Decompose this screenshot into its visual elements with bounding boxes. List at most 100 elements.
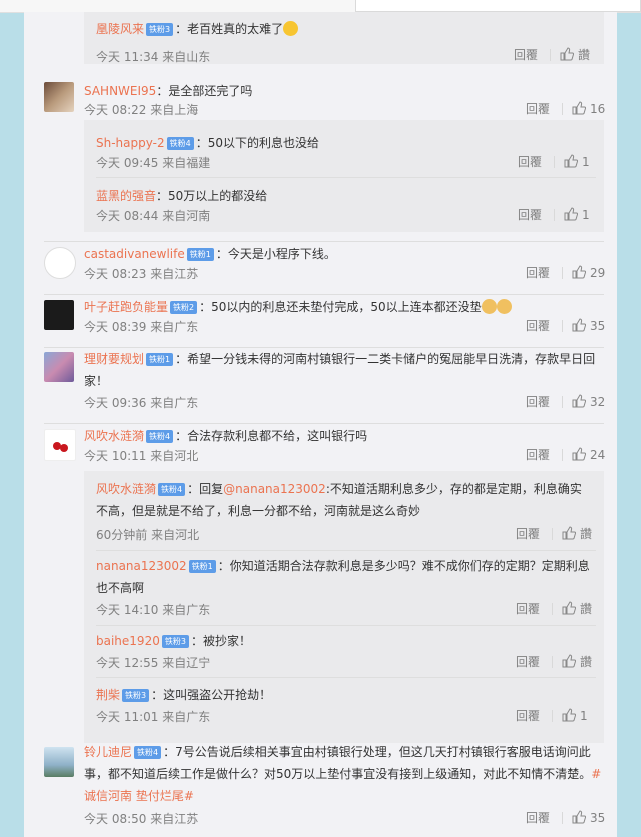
topic-link[interactable]: # bbox=[591, 767, 601, 781]
avatar[interactable] bbox=[44, 300, 74, 330]
comment-actions: 回覆 35 bbox=[526, 317, 616, 335]
like-button[interactable]: 16 bbox=[572, 100, 605, 118]
like-count: 讚 bbox=[580, 602, 593, 616]
reply-button[interactable]: 回覆 bbox=[526, 446, 550, 464]
avatar[interactable] bbox=[44, 352, 74, 382]
comment-text-cont: 事，都不知道后续工作是做什么？对50万以上垫付事宜没有接到上级通知，对此不知情不… bbox=[84, 767, 592, 781]
user-name[interactable]: 风吹水涟漪 bbox=[96, 482, 156, 496]
avatar[interactable] bbox=[44, 247, 76, 279]
thumbs-up-icon bbox=[562, 654, 576, 668]
comment-meta: 今天 10:11 来自河北 bbox=[84, 449, 199, 463]
like-button[interactable]: 讚 bbox=[562, 653, 592, 671]
thumbs-up-icon bbox=[560, 47, 574, 61]
comment-meta: 今天 11:34 来自山东 bbox=[96, 50, 211, 64]
like-button[interactable]: 24 bbox=[572, 446, 605, 464]
fan-badge: 铁粉3 bbox=[122, 689, 150, 702]
reply-button[interactable]: 回覆 bbox=[526, 317, 550, 335]
fan-badge: 铁粉1 bbox=[146, 353, 174, 366]
fan-badge: 铁粉4 bbox=[166, 137, 194, 150]
user-name[interactable]: 理财要规划 bbox=[84, 352, 144, 366]
comment-meta: 今天 08:39 来自广东 bbox=[84, 320, 199, 334]
like-button[interactable]: 29 bbox=[572, 264, 605, 282]
avatar[interactable] bbox=[44, 429, 76, 461]
thumbs-up-icon bbox=[562, 526, 576, 540]
reply-button[interactable]: 回覆 bbox=[516, 600, 540, 618]
mention-link[interactable]: @nanana123002 bbox=[223, 482, 326, 496]
avatar[interactable] bbox=[44, 747, 74, 777]
like-button[interactable]: 35 bbox=[572, 317, 605, 335]
comment-actions: 回覆 讚 bbox=[514, 46, 604, 64]
reply-button[interactable]: 回覆 bbox=[516, 707, 540, 725]
fan-badge: 铁粉1 bbox=[188, 560, 216, 573]
comment-text: :不知道活期利息多少，存的都是定期，利息确实 bbox=[325, 482, 582, 496]
user-name[interactable]: castadivanewlife bbox=[84, 247, 185, 261]
comment-actions: 回覆 1 bbox=[516, 707, 606, 725]
user-name[interactable]: SAHNWEI95 bbox=[84, 84, 156, 98]
like-count: 1 bbox=[582, 155, 590, 169]
user-name[interactable]: 荆柴 bbox=[96, 688, 120, 702]
reply-button[interactable]: 回覆 bbox=[518, 153, 542, 171]
comment-meta: 60分钟前 来自河北 bbox=[96, 528, 200, 542]
avatar[interactable] bbox=[44, 82, 74, 112]
like-button[interactable]: 35 bbox=[572, 809, 605, 827]
like-count: 32 bbox=[590, 395, 606, 409]
like-count: 24 bbox=[590, 448, 606, 462]
like-button[interactable]: 1 bbox=[562, 707, 588, 725]
user-name[interactable]: 风吹水涟漪 bbox=[84, 429, 144, 443]
comment-actions: 回覆 32 bbox=[526, 393, 616, 411]
comment-text: ：回复 bbox=[187, 482, 224, 496]
user-name[interactable]: nanana123002 bbox=[96, 559, 187, 573]
user-name[interactable]: 凰陵风来 bbox=[96, 22, 144, 36]
reply-button[interactable]: 回覆 bbox=[526, 264, 550, 282]
reply-button[interactable]: 回覆 bbox=[514, 46, 538, 64]
fan-badge: 铁粉2 bbox=[170, 301, 198, 314]
reply-button[interactable]: 回覆 bbox=[516, 653, 540, 671]
thumbs-up-icon bbox=[572, 265, 586, 279]
user-name[interactable]: 蓝黑的强音 bbox=[96, 189, 156, 203]
like-count: 讚 bbox=[578, 48, 591, 62]
comment-actions: 回覆 29 bbox=[526, 264, 616, 282]
comment-text: ：被抄家！ bbox=[190, 634, 251, 648]
comment-meta: 今天 09:36 来自广东 bbox=[84, 396, 199, 410]
comment-text: ：50以内的利息还未垫付完成，50以上连本都还没垫 bbox=[199, 300, 482, 314]
user-name[interactable]: Sh-happy-2 bbox=[96, 136, 165, 150]
comment-actions: 回覆 讚 bbox=[516, 525, 606, 543]
like-button[interactable]: 讚 bbox=[562, 525, 592, 543]
comment-meta: 今天 09:45 来自福建 bbox=[96, 156, 211, 170]
user-name[interactable]: 铃儿迪尼 bbox=[84, 745, 132, 759]
thumbs-up-icon bbox=[572, 101, 586, 115]
like-count: 1 bbox=[582, 208, 590, 222]
fan-badge: 铁粉4 bbox=[146, 430, 174, 443]
like-count: 讚 bbox=[580, 527, 593, 541]
thumbs-up-icon bbox=[564, 207, 578, 221]
like-button[interactable]: 1 bbox=[564, 153, 590, 171]
like-button[interactable]: 讚 bbox=[560, 46, 590, 64]
comment-text: ：老百姓真的太难了 bbox=[175, 22, 284, 36]
reply-button[interactable]: 回覆 bbox=[526, 809, 550, 827]
comment-text-cont: 也不高啊 bbox=[96, 581, 145, 595]
comment-panel: 凰陵风来铁粉3 ：老百姓真的太难了 今天 11:34 来自山东 回覆 讚 SAHN… bbox=[24, 12, 617, 837]
reply-button[interactable]: 回覆 bbox=[526, 100, 550, 118]
user-name[interactable]: baihe1920 bbox=[96, 634, 160, 648]
comment-text-cont: 家！ bbox=[84, 374, 109, 388]
comment-text: ：希望一分钱未得的河南村镇银行一二类卡储户的冤屈能早日洗清，存款早日回 bbox=[175, 352, 596, 366]
comment-text: ：今天是小程序下线。 bbox=[215, 247, 336, 261]
comment-actions: 回覆 24 bbox=[526, 446, 616, 464]
like-button[interactable]: 1 bbox=[564, 206, 590, 224]
like-button[interactable]: 讚 bbox=[562, 600, 592, 618]
like-button[interactable]: 32 bbox=[572, 393, 605, 411]
reply-button[interactable]: 回覆 bbox=[516, 525, 540, 543]
thumbs-up-icon bbox=[572, 318, 586, 332]
crying-emoji-icon bbox=[283, 21, 299, 36]
divider bbox=[44, 423, 604, 424]
doge-emoji-icon bbox=[481, 299, 497, 314]
fan-badge: 铁粉4 bbox=[158, 483, 186, 496]
reply-button[interactable]: 回覆 bbox=[518, 206, 542, 224]
thumbs-up-icon bbox=[572, 447, 586, 461]
user-name[interactable]: 叶子赶跑负能量 bbox=[84, 300, 168, 314]
reply-button[interactable]: 回覆 bbox=[526, 393, 550, 411]
comment-text: ：你知道活期合法存款利息是多少吗？难不成你们存的定期？定期利息 bbox=[217, 559, 590, 573]
thumbs-up-icon bbox=[572, 810, 586, 824]
topic-link[interactable]: 诚信河南 垫付烂尾# bbox=[84, 789, 194, 803]
thumbs-up-icon bbox=[572, 394, 586, 408]
